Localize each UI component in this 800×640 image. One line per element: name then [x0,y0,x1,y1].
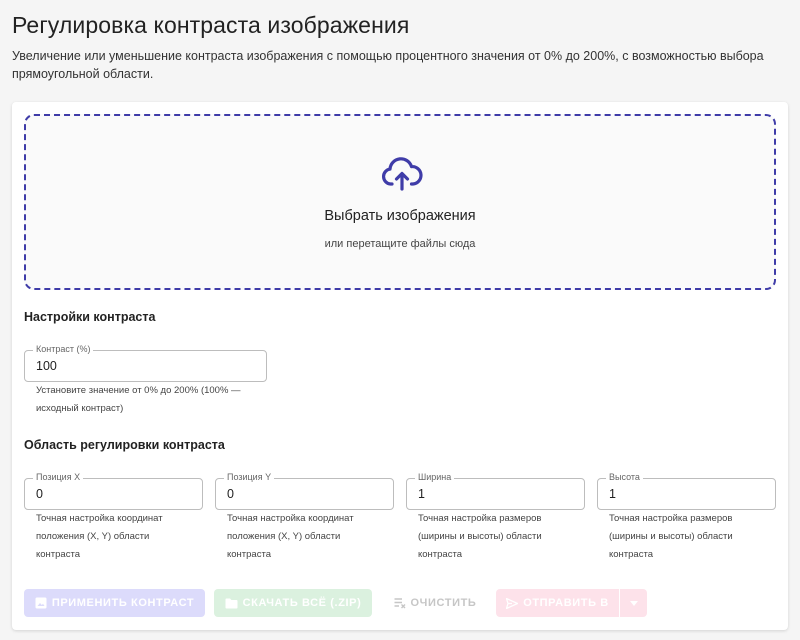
width-field[interactable]: Ширина [406,472,585,510]
height-label: Высота [606,472,643,483]
cloud-upload-icon [381,157,423,191]
image-edit-icon [35,597,47,609]
position-y-helper: Точная настройка координат положения (X,… [227,510,397,564]
dropzone-title: Выбрать изображения [324,208,476,224]
position-y-field[interactable]: Позиция Y [215,472,394,510]
apply-contrast-label: ПРИМЕНИТЬ КОНТРАСТ [51,597,195,609]
send-to-dropdown-button[interactable] [620,589,647,617]
main-card: Выбрать изображения или перетащите файлы… [12,102,788,630]
width-input[interactable] [418,487,575,501]
send-to-label: ОТПРАВИТЬ В [523,597,609,609]
contrast-helper-line: Установите значение от 0% до 200% (100% … [36,385,241,396]
dropzone-subtitle: или перетащите файлы сюда [324,238,476,250]
helper-line: контраста [609,549,653,560]
apply-contrast-button[interactable]: ПРИМЕНИТЬ КОНТРАСТ [24,589,205,617]
clear-button[interactable]: ОЧИСТИТЬ [383,589,487,617]
helper-line: контраста [227,549,271,560]
contrast-field-label: Контраст (%) [33,344,94,355]
helper-line: положения (X, Y) области [36,531,150,542]
caret-down-icon [629,600,638,606]
contrast-input[interactable] [36,359,257,373]
clear-list-icon [394,597,406,608]
contrast-field[interactable]: Контраст (%) [24,344,267,382]
helper-line: Точная настройка координат [227,513,354,524]
send-to-button[interactable]: ОТПРАВИТЬ В [496,589,619,617]
folder-icon [225,598,238,608]
width-label: Ширина [415,472,455,483]
width-helper: Точная настройка размеров (ширины и высо… [418,510,588,564]
position-x-label: Позиция X [33,472,84,483]
region-title: Область регулировки контраста [24,438,225,452]
download-all-button[interactable]: СКАЧАТЬ ВСЁ (.ZIP) [214,589,372,617]
position-x-input[interactable] [36,487,193,501]
height-input[interactable] [609,487,766,501]
height-field[interactable]: Высота [597,472,776,510]
position-y-label: Позиция Y [224,472,275,483]
clear-label: ОЧИСТИТЬ [410,597,477,609]
height-helper: Точная настройка размеров (ширины и высо… [609,510,779,564]
contrast-helper-line: исходный контраст) [36,403,124,414]
helper-line: Точная настройка размеров [609,513,733,524]
helper-line: Точная настройка размеров [418,513,542,524]
position-y-input[interactable] [227,487,384,501]
helper-line: (ширины и высоты) области [418,531,542,542]
page-description: Увеличение или уменьшение контраста изоб… [12,49,764,81]
helper-line: Точная настройка координат [36,513,163,524]
helper-line: контраста [418,549,462,560]
helper-line: (ширины и высоты) области [609,531,733,542]
position-x-helper: Точная настройка координат положения (X,… [36,510,206,564]
send-icon [506,597,519,609]
download-all-label: СКАЧАТЬ ВСЁ (.ZIP) [242,597,362,609]
helper-line: контраста [36,549,80,560]
helper-line: положения (X, Y) области [227,531,341,542]
page-title: Регулировка контраста изображения [12,12,410,38]
contrast-helper: Установите значение от 0% до 200% (100% … [36,382,276,418]
position-x-field[interactable]: Позиция X [24,472,203,510]
file-dropzone[interactable]: Выбрать изображения или перетащите файлы… [24,114,776,290]
contrast-settings-title: Настройки контраста [24,310,156,324]
